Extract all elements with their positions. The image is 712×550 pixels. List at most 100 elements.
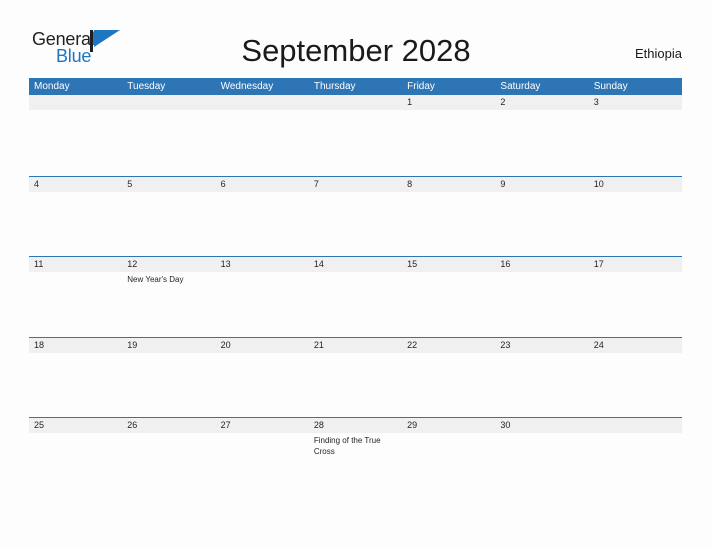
day-events [594, 272, 679, 274]
calendar-day-cell-empty [122, 95, 215, 175]
day-number: 17 [593, 259, 604, 269]
calendar-day-cell[interactable]: 27 [216, 418, 309, 498]
calendar-day-cell[interactable]: 21 [309, 338, 402, 418]
page-title: September 2028 [241, 33, 471, 68]
day-events [407, 272, 492, 274]
day-events [500, 353, 585, 355]
calendar-day-cell[interactable]: 10 [589, 177, 682, 257]
calendar-day-cell[interactable]: 1 [402, 95, 495, 175]
calendar-day-cell[interactable]: 30 [495, 418, 588, 498]
calendar-day-cell[interactable]: 8 [402, 177, 495, 257]
day-number: 3 [593, 97, 599, 107]
day-events [221, 192, 306, 194]
day-events [127, 110, 212, 112]
day-events [500, 272, 585, 274]
day-events [34, 272, 119, 274]
day-events [407, 192, 492, 194]
day-events [34, 433, 119, 435]
calendar-day-cell[interactable]: 7 [309, 177, 402, 257]
day-events [221, 433, 306, 435]
calendar-day-cell[interactable]: 5 [122, 177, 215, 257]
weekday-monday: Monday [34, 81, 70, 92]
day-number: 21 [313, 339, 324, 350]
day-number [34, 95, 119, 110]
holiday-label: Finding of the True Cross [313, 436, 381, 456]
country-label: Ethiopia [635, 46, 682, 61]
day-number: 11 [34, 259, 44, 269]
day-number: 24 [593, 339, 604, 350]
day-number: 15 [407, 259, 418, 269]
calendar-day-cell[interactable]: 20 [216, 338, 309, 418]
calendar-day-cell[interactable]: 22 [402, 338, 495, 418]
page-header: General Blue September 2028 Ethiopia [0, 0, 712, 78]
calendar-day-cell-empty [216, 95, 309, 175]
calendar-day-cells: 11 12 New Year's Day 13 14 15 16 17 [29, 257, 682, 337]
calendar-day-cell-empty [589, 418, 682, 498]
calendar-day-cells: 1 2 3 [29, 95, 682, 175]
calendar-day-cell[interactable]: 24 [589, 338, 682, 418]
calendar-day-cell[interactable]: 11 [29, 257, 122, 337]
calendar-week-row: 4 5 6 7 8 9 10 [29, 175, 682, 257]
day-number: 26 [127, 420, 138, 430]
calendar-day-cell[interactable]: 14 [309, 257, 402, 337]
day-number: 27 [220, 420, 231, 430]
day-number: 25 [34, 420, 45, 430]
day-events: New Year's Day [127, 272, 212, 285]
day-events [314, 353, 399, 355]
day-number: 14 [313, 259, 324, 269]
calendar-day-cell[interactable]: 15 [402, 257, 495, 337]
calendar-day-cell[interactable]: 18 [29, 338, 122, 418]
calendar-day-cell[interactable]: 26 [122, 418, 215, 498]
day-events [594, 353, 679, 355]
day-events [594, 433, 679, 435]
day-number: 29 [407, 420, 418, 430]
calendar-week-row: 18 19 20 21 22 23 24 [29, 336, 682, 418]
day-number: 20 [220, 339, 231, 350]
calendar-day-cell[interactable]: 25 [29, 418, 122, 498]
calendar-day-cell[interactable]: 16 [495, 257, 588, 337]
day-number [314, 95, 399, 110]
day-number: 18 [34, 339, 45, 350]
calendar-day-cell[interactable]: 13 [216, 257, 309, 337]
day-events [407, 433, 492, 435]
day-events [127, 192, 212, 194]
calendar-day-cell[interactable]: 6 [216, 177, 309, 257]
calendar-day-cell[interactable]: 3 [589, 95, 682, 175]
day-number: 22 [407, 339, 418, 350]
calendar-day-cell[interactable]: 2 [495, 95, 588, 175]
day-number [594, 418, 679, 433]
day-events: Finding of the True Cross [314, 433, 399, 457]
day-number [221, 95, 306, 110]
calendar-day-cell[interactable]: 19 [122, 338, 215, 418]
day-number: 12 [127, 259, 138, 269]
calendar-day-cells: 4 5 6 7 8 9 10 [29, 177, 682, 257]
day-events [221, 272, 306, 274]
day-events [127, 353, 212, 355]
day-number: 7 [313, 178, 319, 189]
calendar-day-cell[interactable]: 17 [589, 257, 682, 337]
calendar-day-cell[interactable]: 23 [495, 338, 588, 418]
weekday-tuesday: Tuesday [127, 81, 166, 92]
day-events [34, 110, 119, 112]
day-events [127, 433, 212, 435]
calendar-day-cell[interactable]: 4 [29, 177, 122, 257]
weekday-friday: Friday [407, 81, 435, 92]
calendar-day-cells: 18 19 20 21 22 23 24 [29, 338, 682, 418]
day-events [594, 110, 679, 112]
day-events [500, 433, 585, 435]
day-number: 4 [34, 178, 40, 189]
day-number: 28 [313, 420, 324, 430]
calendar-day-cell[interactable]: 12 New Year's Day [122, 257, 215, 337]
day-events [314, 110, 399, 112]
day-events [594, 192, 679, 194]
day-number [127, 95, 212, 110]
calendar-week-row: 1 2 3 [29, 95, 682, 176]
calendar-page: General Blue September 2028 Ethiopia Mon… [0, 0, 712, 550]
calendar-day-cell[interactable]: 29 [402, 418, 495, 498]
day-number: 8 [407, 178, 413, 189]
day-events [500, 192, 585, 194]
calendar-day-cell[interactable]: 9 [495, 177, 588, 257]
day-events [407, 353, 492, 355]
weekday-sunday: Sunday [593, 81, 628, 92]
calendar-day-cell[interactable]: 28 Finding of the True Cross [309, 418, 402, 498]
